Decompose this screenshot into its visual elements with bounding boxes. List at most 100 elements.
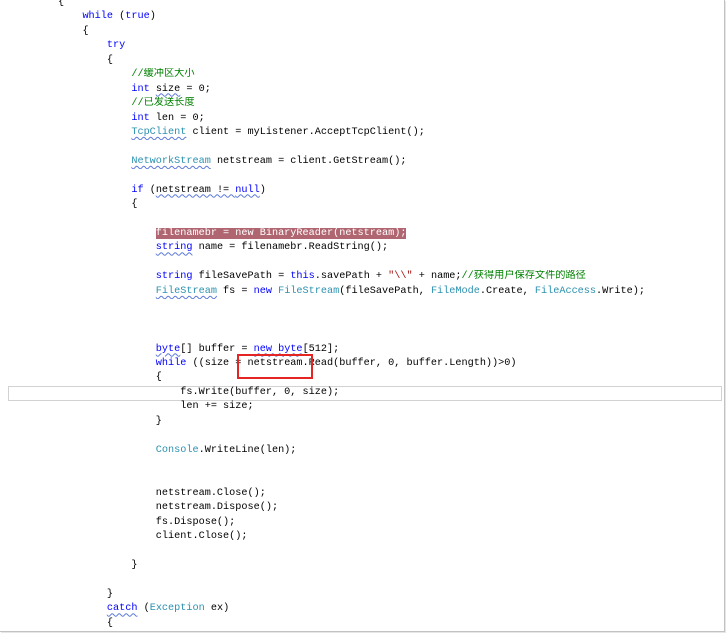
code-token[interactable]: .Write); [596, 286, 645, 297]
code-line[interactable] [0, 213, 722, 227]
code-token[interactable]: len += size; [180, 401, 253, 412]
code-line[interactable] [0, 458, 722, 472]
code-line[interactable]: fs.Dispose(); [0, 516, 722, 530]
code-token[interactable]: fs = [217, 286, 254, 297]
type-name-token[interactable]: NetworkStream [131, 156, 210, 167]
code-line[interactable]: Console.WriteLine(len); [0, 444, 722, 458]
code-line[interactable]: { [0, 54, 722, 68]
type-name-token[interactable]: Exception [150, 603, 205, 614]
code-token[interactable]: netstream = client.GetStream(); [211, 156, 407, 167]
code-line[interactable] [0, 299, 722, 313]
code-token[interactable]: netstream != [156, 185, 235, 196]
code-token[interactable]: ) [150, 11, 156, 22]
code-line[interactable]: netstream.Dispose(); [0, 501, 722, 515]
string-literal-token[interactable]: "\\" [388, 271, 412, 282]
code-line[interactable]: //已发送长度 [0, 97, 722, 111]
code-line[interactable]: } [0, 588, 722, 602]
code-line[interactable]: int len = 0; [0, 112, 722, 126]
code-token[interactable]: name = filenamebr.ReadString(); [192, 242, 389, 253]
keyword-token[interactable]: byte [156, 344, 180, 355]
keyword-token[interactable]: int [131, 113, 149, 124]
code-token[interactable]: fs.Write(buffer, 0, size); [180, 387, 339, 398]
code-line[interactable]: string name = filenamebr.ReadString(); [0, 241, 722, 255]
code-token[interactable]: { [58, 0, 64, 8]
code-token[interactable]: [512]; [303, 344, 340, 355]
code-token[interactable]: } [107, 589, 113, 600]
code-token[interactable]: } [131, 560, 137, 571]
code-token[interactable]: } [156, 416, 162, 427]
code-token[interactable]: { [82, 26, 88, 37]
code-token[interactable]: .WriteLine(len); [199, 445, 297, 456]
code-token[interactable]: [] buffer = [180, 344, 253, 355]
code-line[interactable]: client.Close(); [0, 530, 722, 544]
code-token[interactable]: = 0; [180, 84, 210, 95]
type-name-token[interactable]: Console [156, 445, 199, 456]
code-token[interactable]: ( [144, 185, 156, 196]
keyword-token[interactable]: new byte [254, 344, 303, 355]
code-line[interactable]: { [0, 198, 722, 212]
code-token[interactable]: len = 0; [150, 113, 205, 124]
keyword-token[interactable]: new [254, 286, 272, 297]
code-token[interactable]: fs.Dispose(); [156, 517, 235, 528]
type-name-token[interactable]: FileStream [278, 286, 339, 297]
code-line[interactable]: int size = 0; [0, 83, 722, 97]
keyword-token[interactable]: true [125, 11, 149, 22]
code-line[interactable]: { [0, 25, 722, 39]
code-token[interactable]: { [131, 199, 137, 210]
code-token[interactable]: client = myListener.AcceptTcpClient(); [186, 127, 424, 138]
keyword-token[interactable]: this [290, 271, 314, 282]
code-line[interactable]: string fileSavePath = this.savePath + "\… [0, 270, 722, 284]
code-token[interactable]: ex) [205, 603, 229, 614]
keyword-token[interactable]: int [131, 84, 149, 95]
code-line[interactable] [0, 314, 722, 328]
code-line[interactable] [0, 472, 722, 486]
code-line[interactable] [0, 169, 722, 183]
code-line[interactable]: NetworkStream netstream = client.GetStre… [0, 155, 722, 169]
code-line[interactable]: } [0, 415, 722, 429]
code-line[interactable]: while (true) [0, 10, 722, 24]
code-token[interactable]: .savePath + [315, 271, 388, 282]
code-line[interactable]: { [0, 371, 722, 385]
code-line[interactable]: len += size; [0, 400, 722, 414]
code-token[interactable]: ( [113, 11, 125, 22]
code-line[interactable]: { [0, 617, 722, 631]
type-name-token[interactable]: FileAccess [535, 286, 596, 297]
code-line[interactable]: if (netstream != null) [0, 184, 722, 198]
type-name-token[interactable]: FileMode [431, 286, 480, 297]
code-token[interactable]: { [107, 618, 113, 629]
code-line[interactable]: { [0, 0, 722, 10]
code-token[interactable]: { [156, 372, 162, 383]
code-lines[interactable]: {while (true){try{//缓冲区大小 int size = 0;//… [0, 0, 722, 631]
breakpoint-highlighted-code[interactable]: filenamebr = new BinaryReader(netstream)… [155, 228, 407, 239]
code-token[interactable]: ) [260, 185, 266, 196]
code-line[interactable] [0, 429, 722, 443]
code-token[interactable]: { [107, 55, 113, 66]
keyword-token[interactable]: if [131, 185, 143, 196]
code-token[interactable]: size [156, 84, 180, 95]
keyword-token[interactable]: null [235, 185, 259, 196]
code-editor[interactable]: {while (true){try{//缓冲区大小 int size = 0;//… [0, 0, 726, 633]
keyword-token[interactable]: string [156, 271, 193, 282]
code-token[interactable]: ((size = netstream.Read(buffer, 0, buffe… [186, 358, 516, 369]
code-line[interactable]: netstream.Close(); [0, 487, 722, 501]
code-line[interactable]: //缓冲区大小 [0, 68, 722, 82]
code-line[interactable]: catch (Exception ex) [0, 602, 722, 616]
comment-token[interactable]: //缓冲区大小 [131, 69, 194, 80]
type-name-token[interactable]: TcpClient [131, 127, 186, 138]
comment-token[interactable]: //获得用户保存文件的路径 [462, 271, 586, 282]
keyword-token[interactable]: try [107, 40, 125, 51]
code-line[interactable]: TcpClient client = myListener.AcceptTcpC… [0, 126, 722, 140]
code-token[interactable]: ( [137, 603, 150, 614]
code-token[interactable]: + name; [413, 271, 462, 282]
code-line[interactable]: byte[] buffer = new byte[512]; [0, 343, 722, 357]
code-token[interactable]: client.Close(); [156, 531, 248, 542]
code-token[interactable]: .Create, [480, 286, 535, 297]
code-line[interactable] [0, 545, 722, 559]
keyword-token[interactable]: while [156, 358, 187, 369]
code-token[interactable]: netstream.Dispose(); [156, 502, 278, 513]
code-line[interactable]: fs.Write(buffer, 0, size); [0, 386, 722, 400]
code-line[interactable]: filenamebr = new BinaryReader(netstream)… [0, 227, 722, 241]
keyword-token[interactable]: catch [107, 603, 138, 614]
code-token[interactable]: netstream.Close(); [156, 488, 266, 499]
code-line[interactable]: FileStream fs = new FileStream(fileSaveP… [0, 285, 722, 299]
